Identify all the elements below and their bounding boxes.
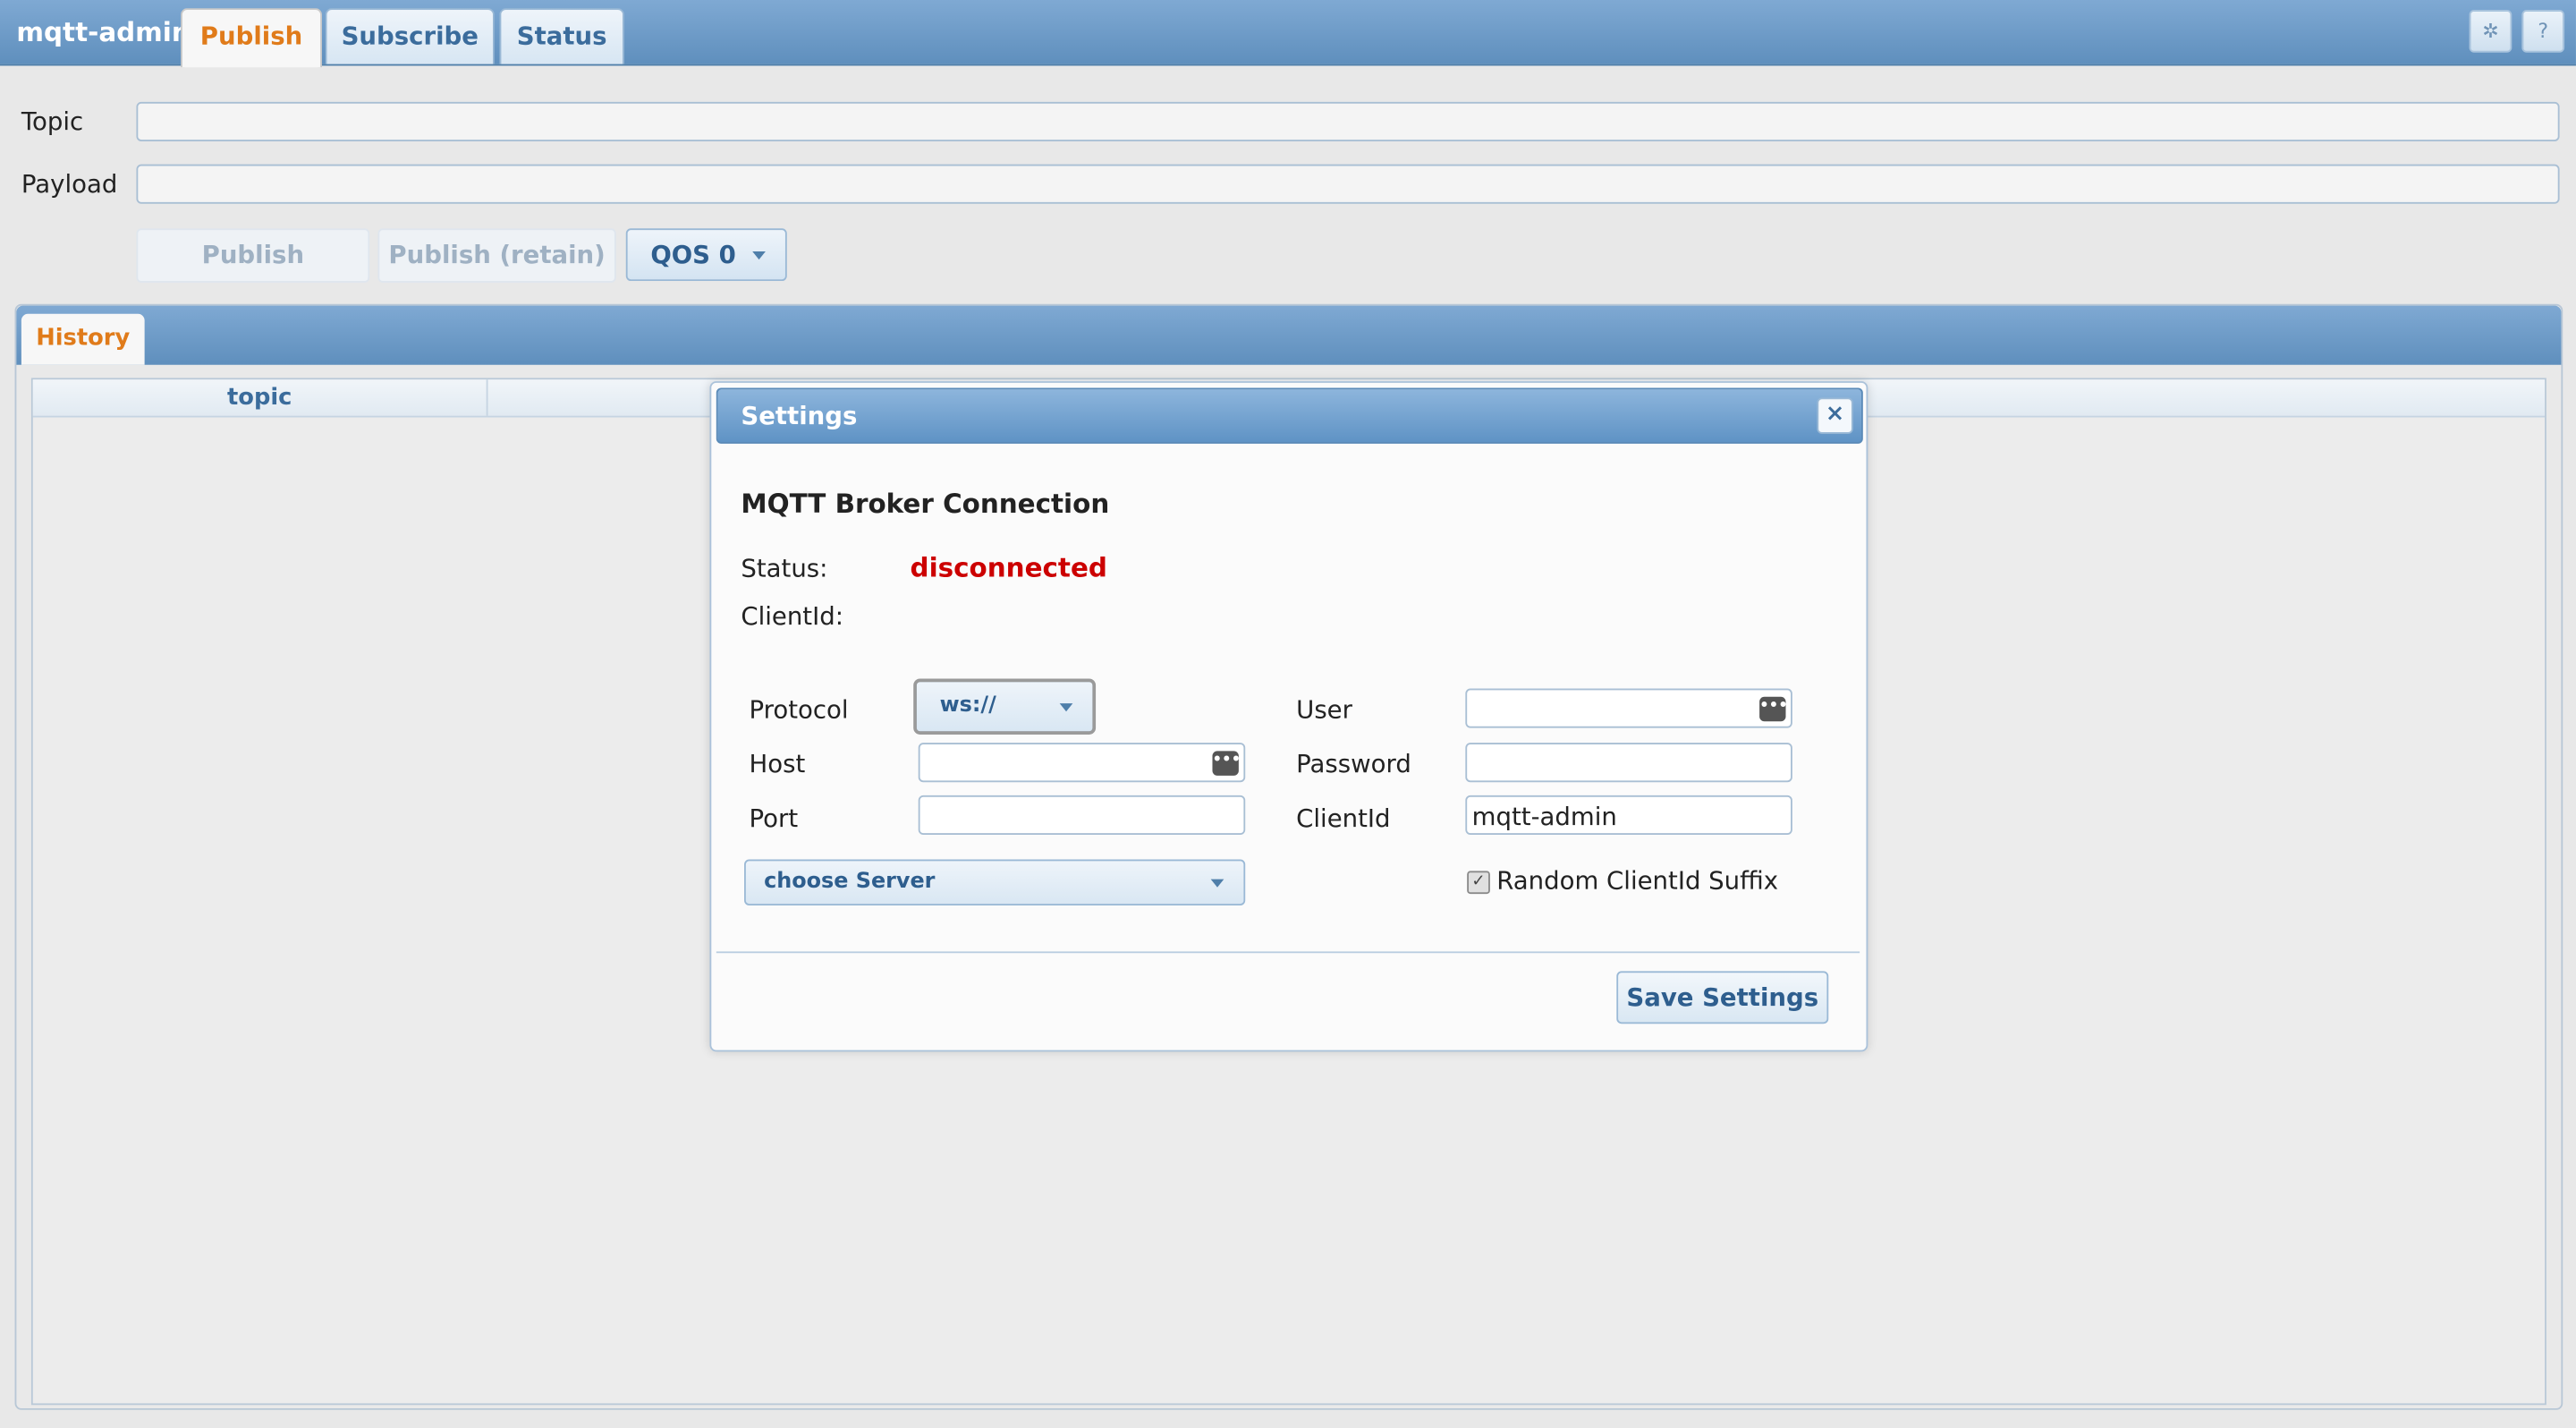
- publish-retain-button[interactable]: Publish (retain): [377, 228, 616, 283]
- divider: [716, 951, 1860, 954]
- port-label: Port: [749, 803, 799, 834]
- history-panel-header: History: [16, 305, 2562, 365]
- clientid-field-label: ClientId: [1296, 803, 1391, 834]
- payload-textarea[interactable]: [136, 164, 2560, 204]
- random-suffix-checkbox[interactable]: ✓: [1467, 871, 1490, 895]
- column-header-topic[interactable]: topic: [33, 379, 488, 416]
- tab-publish[interactable]: Publish: [181, 8, 322, 68]
- choose-server-select[interactable]: choose Server: [744, 859, 1246, 905]
- status-label: Status:: [741, 553, 828, 583]
- protocol-select[interactable]: ws://: [913, 678, 1097, 735]
- save-settings-button[interactable]: Save Settings: [1616, 971, 1829, 1024]
- close-button[interactable]: ×: [1817, 397, 1853, 434]
- user-label: User: [1296, 694, 1352, 725]
- clientid-label: ClientId:: [741, 601, 844, 632]
- chevron-down-icon: [752, 251, 766, 260]
- dialog-title: Settings: [741, 401, 858, 431]
- more-options-icon[interactable]: •••: [1759, 696, 1788, 722]
- clientid-input[interactable]: mqtt-admin: [1465, 795, 1792, 835]
- tab-subscribe[interactable]: Subscribe: [325, 8, 495, 64]
- host-input[interactable]: •••: [918, 743, 1246, 783]
- app-title: mqtt-admin: [16, 16, 191, 48]
- help-button[interactable]: ?: [2521, 10, 2565, 53]
- chevron-down-icon: [1210, 879, 1224, 888]
- gear-icon: ✲: [2482, 20, 2499, 43]
- more-options-icon[interactable]: •••: [1212, 751, 1241, 776]
- section-title: MQTT Broker Connection: [741, 488, 1110, 520]
- help-icon: ?: [2538, 20, 2549, 43]
- tab-history[interactable]: History: [21, 313, 145, 365]
- qos-select[interactable]: QOS 0: [625, 228, 787, 282]
- tab-status[interactable]: Status: [499, 8, 624, 64]
- topic-input[interactable]: [136, 101, 2560, 141]
- port-input[interactable]: [918, 795, 1246, 835]
- protocol-selected-value: ws://: [939, 693, 996, 718]
- random-suffix-label: Random ClientId Suffix: [1496, 865, 1779, 896]
- dialog-title-bar[interactable]: Settings ×: [716, 387, 1863, 444]
- password-label: Password: [1296, 749, 1411, 779]
- clientid-input-value: mqtt-admin: [1471, 802, 1617, 832]
- password-input[interactable]: [1465, 743, 1792, 783]
- settings-dialog: Settings × MQTT Broker Connection Status…: [709, 381, 1868, 1052]
- settings-button[interactable]: ✲: [2469, 10, 2512, 53]
- top-bar: mqtt-admin Publish Subscribe Status ✲ ?: [0, 0, 2576, 68]
- host-label: Host: [749, 749, 806, 779]
- chevron-down-icon: [1059, 703, 1073, 712]
- choose-server-label: choose Server: [764, 869, 936, 895]
- payload-label: Payload: [21, 169, 118, 200]
- publish-button[interactable]: Publish: [136, 228, 370, 283]
- qos-selected-value: QOS 0: [650, 240, 736, 270]
- close-icon: ×: [1825, 401, 1845, 428]
- user-input[interactable]: •••: [1465, 688, 1792, 728]
- status-value: disconnected: [910, 552, 1107, 583]
- protocol-label: Protocol: [749, 694, 849, 725]
- topic-label: Topic: [21, 106, 84, 137]
